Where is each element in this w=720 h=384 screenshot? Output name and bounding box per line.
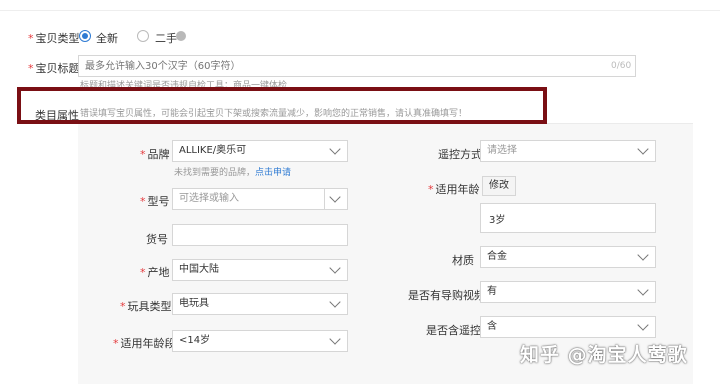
apply-brand-link[interactable]: 点击申请 — [255, 168, 291, 178]
highlight-annotation-box — [17, 87, 547, 124]
material-select[interactable]: 合金 — [480, 246, 656, 268]
model-label: * 型号 — [140, 195, 170, 208]
brand-select[interactable]: ALLIKE/奥乐可 — [172, 140, 348, 162]
brand-value: ALLIKE/奥乐可 — [179, 145, 247, 156]
origin-value: 中国大陆 — [179, 264, 219, 275]
help-icon[interactable] — [176, 31, 186, 41]
age-range-select[interactable]: <14岁 — [172, 330, 348, 352]
age-range-value: <14岁 — [179, 335, 211, 346]
origin-label: * 产地 — [140, 266, 170, 279]
chevron-down-icon[interactable] — [329, 191, 341, 203]
remote-method-placeholder: 请选择 — [487, 145, 517, 156]
remote-method-select[interactable]: 请选择 — [480, 140, 656, 162]
chevron-down-icon — [637, 284, 649, 296]
toy-type-value: 电玩具 — [179, 298, 209, 309]
title-input[interactable] — [78, 55, 636, 77]
brand-label: * 品牌 — [140, 148, 170, 161]
guide-video-value: 有 — [487, 286, 497, 297]
toy-type-label: * 玩具类型 — [120, 300, 172, 313]
title-char-counter: 0/60 — [611, 61, 632, 71]
has-remote-select[interactable]: 含 — [480, 316, 656, 338]
chevron-down-icon — [329, 333, 341, 345]
condition-radio-used[interactable] — [137, 30, 149, 42]
condition-option-used[interactable]: 二手 — [155, 30, 177, 46]
guide-video-select[interactable]: 有 — [480, 281, 656, 303]
modify-age-button[interactable]: 修改 — [482, 176, 516, 196]
condition-label: * 宝贝类型 — [28, 32, 80, 45]
top-divider — [0, 10, 720, 11]
has-remote-value: 含 — [487, 321, 497, 332]
chevron-down-icon — [637, 319, 649, 331]
model-combobox[interactable]: 可选择或输入 — [172, 188, 348, 210]
guide-video-label: 是否有导购视频 — [408, 289, 485, 302]
chevron-down-icon — [329, 262, 341, 274]
material-value: 合金 — [487, 251, 507, 262]
origin-select[interactable]: 中国大陆 — [172, 259, 348, 281]
chevron-down-icon — [329, 296, 341, 308]
condition-option-new[interactable]: 全新 — [96, 30, 118, 46]
has-remote-label: 是否含遥控 — [426, 324, 481, 337]
age-range-label: * 适用年龄段 — [113, 337, 176, 350]
title-label: * 宝贝标题 — [28, 62, 80, 75]
age-value: 3岁 — [489, 215, 506, 226]
sku-input[interactable] — [172, 224, 348, 246]
chevron-down-icon — [637, 143, 649, 155]
remote-method-label: 遥控方式 — [438, 148, 482, 161]
watermark: 知乎 @淘宝人莺歌 — [520, 344, 688, 366]
condition-radio-new[interactable] — [79, 30, 91, 42]
age-label: * 适用年龄 — [428, 183, 480, 196]
material-label: 材质 — [452, 254, 474, 267]
model-placeholder: 可选择或输入 — [179, 193, 239, 204]
brand-not-found-hint: 未找到需要的品牌，点击申请 — [174, 168, 292, 178]
chevron-down-icon — [329, 143, 341, 155]
toy-type-select[interactable]: 电玩具 — [172, 293, 348, 315]
chevron-down-icon — [637, 249, 649, 261]
age-value-box: 3岁 — [480, 203, 656, 233]
sku-label: 货号 — [146, 233, 168, 246]
combo-separator — [324, 189, 325, 209]
